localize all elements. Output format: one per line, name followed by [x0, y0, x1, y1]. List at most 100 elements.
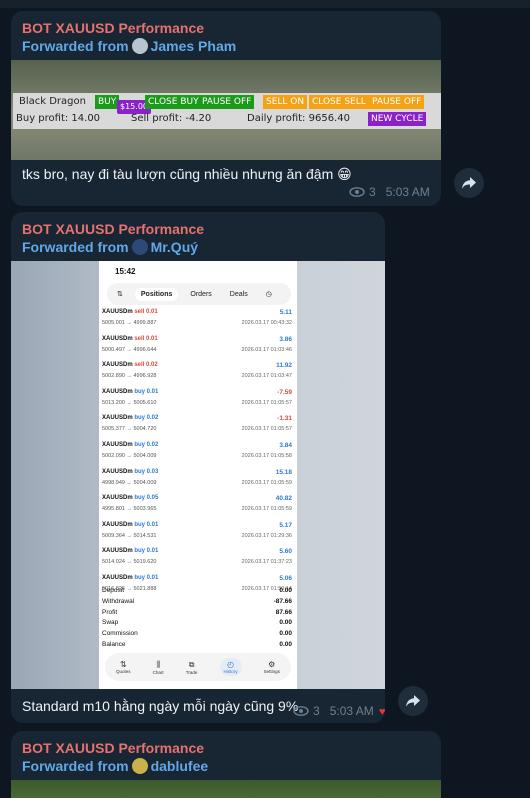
sell-on-button: SELL ON: [263, 95, 308, 109]
message-bubble[interactable]: BOT XAUUSD Performance Forwarded from da…: [11, 731, 441, 798]
summary-value: -87.66: [273, 597, 292, 605]
trade-symbol: XAUUSDm buy 0.01: [102, 522, 158, 528]
trade-price: 5013.200 → 5005.610: [102, 399, 157, 406]
trade-row: XAUUSDm buy 0.03 4998.949 → 5004.009 15.18…: [102, 469, 294, 495]
filter-icon: ⇅: [117, 291, 123, 298]
bot-name: Black Dragon: [19, 96, 86, 107]
symbol: XAUUSDm: [102, 575, 133, 581]
forwarded-prefix: Forwarded from: [22, 38, 129, 54]
summary-value: 0.00: [279, 587, 292, 594]
trade-profit: 40.82: [275, 495, 292, 503]
symbol: XAUUSDm: [102, 362, 133, 369]
message-bubble[interactable]: BOT XAUUSD Performance Forwarded from Ja…: [11, 11, 441, 206]
sender-name[interactable]: BOT XAUUSD Performance: [22, 740, 204, 756]
heart-icon[interactable]: ♥: [379, 706, 386, 718]
trade-side: sell 0.02: [134, 362, 158, 369]
summary-value: 87.66: [275, 608, 292, 616]
share-button[interactable]: [398, 686, 428, 716]
trade-price: 5009.364 → 5014.531: [102, 532, 157, 539]
nav-history: ◴ History: [219, 658, 242, 676]
trade-profit: 15.18: [275, 468, 292, 476]
trade-row: XAUUSDm buy 0.05 4995.801 → 5003.965 40.82…: [102, 495, 294, 521]
forwarded-name[interactable]: Mr.Quý: [151, 239, 198, 255]
summary-row: Withdrawal -87.66: [102, 598, 294, 605]
history-tabs: ⇅ Positions Orders Deals ◷: [107, 283, 291, 305]
trade-symbol: XAUUSDm sell 0.02: [102, 362, 158, 368]
settings-icon: ⚙: [268, 660, 276, 669]
daily-profit: Daily profit: 9656.40: [247, 113, 350, 124]
forwarded-name[interactable]: dablufee: [151, 758, 209, 774]
message-time: 5:03 AM: [329, 704, 374, 718]
trade-symbol: XAUUSDm sell 0.01: [102, 336, 158, 342]
trade-symbol: XAUUSDm buy 0.01: [102, 575, 158, 581]
symbol: XAUUSDm: [102, 335, 133, 342]
forwarded-from[interactable]: Forwarded from dablufee: [22, 758, 208, 774]
trade-date: 2026.03.17 01:05:57: [241, 426, 292, 433]
chart-icon: ⫼: [156, 659, 161, 669]
message-text-body: tks bro, nay đi tàu lượn cũng nhiều nhưn…: [22, 166, 334, 182]
share-button[interactable]: [454, 168, 484, 198]
pause-off-button: PAUSE OFF: [199, 95, 255, 109]
tab-positions: Positions: [134, 287, 179, 301]
top-bar: [0, 0, 530, 8]
message-bubble[interactable]: BOT XAUUSD Performance Forwarded from Mr…: [11, 212, 385, 723]
summary-value: 0.00: [279, 641, 292, 648]
forwarded-name[interactable]: James Pham: [151, 38, 237, 54]
message-meta: 3 5:03 AM: [293, 704, 374, 718]
nav-label: History: [223, 669, 238, 674]
sender-name[interactable]: BOT XAUUSD Performance: [22, 221, 204, 237]
eye-icon: [349, 187, 365, 197]
symbol: XAUUSDm: [102, 548, 133, 555]
close-sell-button: CLOSE SELL: [309, 95, 369, 109]
attached-image[interactable]: 15:42 ⇅ Positions Orders Deals ◷ XAUUSDm…: [11, 261, 385, 689]
clock-icon: ◷: [265, 291, 272, 298]
summary-label: Deposit: [102, 587, 125, 594]
trade-profit: 11.92: [276, 362, 292, 370]
buy-button: BUY: [95, 95, 120, 109]
forwarded-prefix: Forwarded from: [22, 758, 129, 774]
share-icon: [462, 177, 476, 189]
nav-label: Quotes: [116, 669, 131, 674]
trade-row: XAUUSDm sell 0.01 5005.001 → 4999.887 5.11…: [102, 309, 294, 335]
summary-label: Profit: [102, 608, 118, 616]
nav-quotes: ⇅ Quotes: [116, 660, 131, 674]
trade-symbol: XAUUSDm sell 0.01: [102, 309, 158, 315]
trade-icon: ⧉: [188, 659, 195, 669]
trade-date: 2026.03.17 01:03:46: [241, 346, 292, 353]
symbol: XAUUSDm: [102, 468, 133, 475]
trade-price: 5014.024 → 5019.620: [102, 559, 157, 566]
summary-row: Commission 0.00: [102, 630, 294, 637]
summary-row: Swap 0.00: [102, 619, 294, 626]
summary-value: 0.00: [279, 619, 292, 627]
trade-row: XAUUSDm sell 0.01 5000.497 → 4996.644 3.86…: [102, 336, 294, 362]
trade-price: 4998.949 → 5004.009: [102, 479, 157, 486]
pause-off-button-2: PAUSE OFF: [369, 95, 425, 109]
trade-date: 2026.03.17 01:29:36: [241, 532, 292, 539]
sender-name[interactable]: BOT XAUUSD Performance: [22, 20, 204, 36]
trade-date: 2026.03.17 01:05:57: [241, 399, 292, 406]
sell-profit: Sell profit: -4.20: [131, 113, 212, 124]
views-count: 3: [369, 185, 376, 199]
symbol: XAUUSDm: [102, 521, 133, 528]
trade-side: sell 0.01: [134, 335, 158, 342]
trade-date: 2026.03.17 01:37:23: [241, 559, 292, 566]
trade-side: buy 0.01: [134, 521, 159, 528]
nav-trade: ⧉ Trade: [186, 660, 198, 675]
forwarded-from[interactable]: Forwarded from Mr.Quý: [22, 239, 198, 255]
nav-settings: ⚙ Settings: [264, 660, 280, 674]
views-count: 3: [313, 704, 320, 718]
attached-image[interactable]: Black Dragon BUY $15.00 CLOSE BUY PAUSE …: [11, 60, 441, 160]
trade-price: 5002.890 → 4996.928: [102, 373, 157, 380]
trade-symbol: XAUUSDm buy 0.01: [102, 389, 158, 395]
trade-profit: 3.84: [279, 442, 292, 449]
summary-label: Withdrawal: [102, 597, 135, 605]
bottom-nav: ⇅ Quotes ⫼ Chart ⧉ Trade ◴ History ⚙ Settings: [105, 653, 291, 681]
attached-image[interactable]: [11, 780, 441, 798]
forwarded-from[interactable]: Forwarded from James Pham: [22, 38, 236, 54]
nav-label: Settings: [263, 669, 280, 674]
avatar-icon: [131, 38, 148, 54]
symbol: XAUUSDm: [102, 442, 133, 448]
trade-row: XAUUSDm buy 0.01 5014.024 → 5019.620 5.60 2…: [102, 548, 294, 574]
symbol: XAUUSDm: [102, 495, 133, 502]
trade-symbol: XAUUSDm buy 0.03: [102, 469, 158, 475]
